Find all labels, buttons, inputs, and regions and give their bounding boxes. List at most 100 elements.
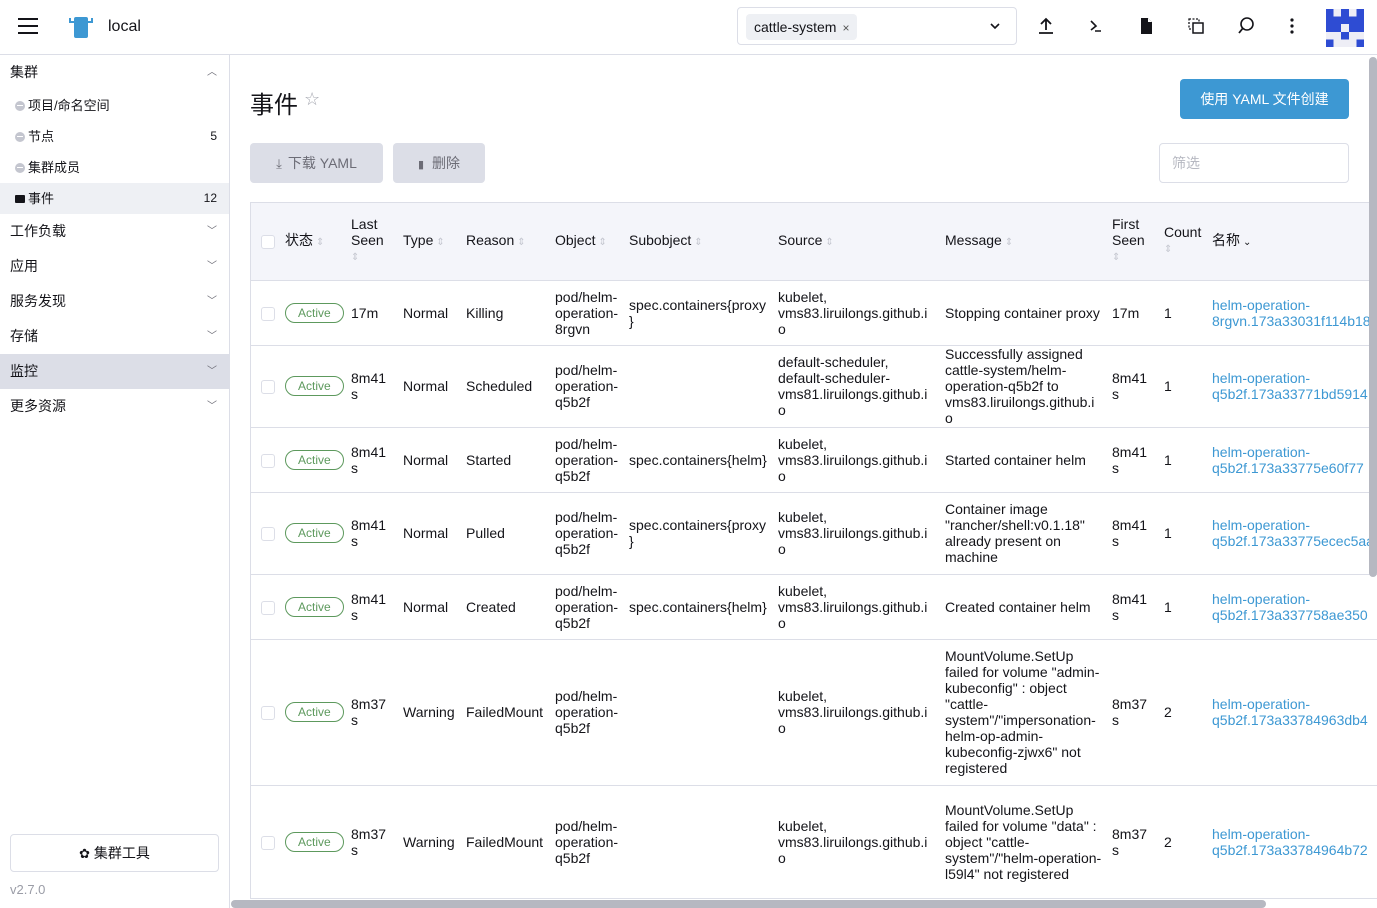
download-yaml-label: 下载 YAML [287, 155, 357, 171]
cell-subobject: spec.containers{proxy} [624, 491, 773, 574]
remove-chip-icon[interactable]: × [842, 21, 849, 35]
nav-group-label: 集群 [10, 64, 38, 80]
event-name-link[interactable]: helm-operation-q5b2f.173a33771bd5914 [1212, 370, 1368, 402]
filter-input[interactable] [1159, 143, 1349, 183]
version-label: v2.7.0 [10, 882, 46, 897]
table-row[interactable]: Active 8m37s Warning FailedMount pod/hel… [251, 784, 1377, 898]
nav-item-projects-namespaces[interactable]: 项目/命名空间 [0, 90, 229, 121]
col-label: 名称 [1212, 231, 1240, 248]
create-from-yaml-button[interactable]: 使用 YAML 文件创建 [1180, 79, 1349, 119]
table-row[interactable]: Active 8m41s Normal Started pod/helm-ope… [251, 426, 1377, 492]
row-checkbox[interactable] [261, 380, 275, 395]
table-row[interactable]: Active 8m37s Warning FailedMount pod/hel… [251, 638, 1377, 785]
sort-icon: ⇕ [316, 236, 325, 248]
row-checkbox[interactable] [261, 527, 275, 542]
sort-icon: ⇕ [1164, 244, 1173, 256]
cell-count: 1 [1159, 279, 1207, 345]
cell-source: kubelet, vms83.liruilongs.github.io [773, 426, 940, 492]
menu-hamburger-icon[interactable] [18, 18, 38, 34]
cell-subobject [624, 344, 773, 427]
nav-group-service-discovery[interactable]: 服务发现 ﹀ [0, 284, 229, 319]
file-icon[interactable] [1135, 15, 1157, 37]
copy-config-icon[interactable] [1185, 15, 1207, 37]
nav-group-storage[interactable]: 存储 ﹀ [0, 319, 229, 354]
horizontal-scrollbar[interactable] [231, 900, 1266, 908]
nav-item-nodes[interactable]: 节点 5 [0, 121, 229, 152]
cell-last-seen: 8m41s [346, 491, 398, 574]
col-message[interactable]: Message ⇕ [940, 203, 1107, 280]
event-name-link[interactable]: helm-operation-q5b2f.173a337758ae350 [1212, 591, 1368, 623]
row-checkbox[interactable] [261, 600, 275, 615]
nav-item-count: 12 [203, 191, 217, 205]
nav-item-cluster-members[interactable]: 集群成员 [0, 152, 229, 183]
col-first-seen[interactable]: First Seen ⇕ [1107, 203, 1159, 280]
col-count[interactable]: Count ⇕ [1159, 203, 1207, 280]
nav-group-cluster[interactable]: 集群 ︿ [0, 55, 229, 90]
nav-group-label: 服务发现 [10, 293, 66, 309]
search-icon[interactable] [1235, 15, 1257, 37]
col-object[interactable]: Object ⇕ [550, 203, 624, 280]
vertical-scrollbar[interactable] [1369, 57, 1377, 577]
cell-type: Normal [398, 491, 461, 574]
page-title: 事件 [250, 92, 298, 119]
col-name[interactable]: 名称 ⌄ [1207, 203, 1377, 280]
cell-name: helm-operation-q5b2f.173a33784964b72 [1207, 784, 1377, 898]
star-icon[interactable]: ☆ [304, 89, 320, 110]
col-type[interactable]: Type ⇕ [398, 203, 461, 280]
table-row[interactable]: Active 8m41s Normal Created pod/helm-ope… [251, 573, 1377, 639]
cluster-tools-button[interactable]: ✿ 集群工具 [10, 834, 219, 872]
col-reason[interactable]: Reason ⇕ [461, 203, 550, 280]
nav-item-label: 集群成员 [28, 160, 81, 175]
event-name-link[interactable]: helm-operation-q5b2f.173a33775ecec5aa [1212, 517, 1374, 549]
select-all-checkbox[interactable] [261, 235, 275, 250]
row-checkbox[interactable] [261, 835, 275, 850]
sort-down-icon: ⌄ [1243, 236, 1252, 248]
table-row[interactable]: Active 8m41s Normal Pulled pod/helm-oper… [251, 491, 1377, 574]
nav-item-events[interactable]: 事件 12 [0, 183, 229, 214]
nav-group-monitoring[interactable]: 监控 ﹀ [0, 354, 229, 389]
delete-button[interactable]: ▮ 删除 [393, 143, 485, 183]
cell-type: Normal [398, 344, 461, 427]
nav-group-apps[interactable]: 应用 ﹀ [0, 249, 229, 284]
table-header-row: 状态 ⇕ Last Seen ⇕ Type ⇕ Reason ⇕ Object ⇕ Sub… [251, 203, 1377, 280]
col-last-seen[interactable]: Last Seen ⇕ [346, 203, 398, 280]
col-label: Reason [466, 231, 515, 248]
chevron-down-icon[interactable] [988, 19, 1002, 33]
nav-group-label: 工作负载 [10, 223, 66, 239]
user-avatar[interactable] [1326, 9, 1364, 47]
col-label: Subobject [629, 231, 692, 248]
row-checkbox[interactable] [261, 306, 275, 321]
nav-group-more-resources[interactable]: 更多资源 ﹀ [0, 389, 229, 424]
col-subobject[interactable]: Subobject ⇕ [624, 203, 773, 280]
cell-source: kubelet, vms83.liruilongs.github.io [773, 784, 940, 898]
cell-reason: FailedMount [461, 638, 550, 785]
col-label: Last Seen [351, 216, 384, 249]
cell-type: Warning [398, 638, 461, 785]
col-source[interactable]: Source ⇕ [773, 203, 940, 280]
table-row[interactable]: Active 17m Normal Killing pod/helm-opera… [251, 279, 1377, 345]
globe-icon [15, 132, 25, 142]
namespace-filter-select[interactable]: cattle-system × [737, 7, 1017, 45]
sort-icon: ⇕ [517, 236, 526, 248]
cell-subobject [624, 784, 773, 898]
chevron-down-icon: ﹀ [207, 331, 217, 342]
col-label: Type [403, 231, 434, 248]
nav-item-label: 事件 [28, 191, 55, 206]
shell-icon[interactable] [1085, 15, 1107, 37]
row-checkbox[interactable] [261, 706, 275, 721]
event-name-link[interactable]: helm-operation- 8rgvn.173a33031f114b18 [1212, 297, 1371, 329]
nav-group-workloads[interactable]: 工作负载 ﹀ [0, 214, 229, 249]
event-name-link[interactable]: helm-operation-q5b2f.173a33784963db4 [1212, 696, 1368, 728]
upload-icon[interactable] [1035, 15, 1057, 37]
cell-message: Container image "rancher/shell:v0.1.18" … [940, 491, 1107, 574]
namespace-chip-label: cattle-system [754, 19, 837, 35]
cell-reason: Pulled [461, 491, 550, 574]
nav-group-label: 应用 [10, 258, 38, 274]
row-checkbox[interactable] [261, 453, 275, 468]
table-row[interactable]: Active 8m41s Normal Scheduled pod/helm-o… [251, 344, 1377, 427]
event-name-link[interactable]: helm-operation-q5b2f.173a33775e60f77 [1212, 444, 1364, 476]
more-icon[interactable] [1281, 15, 1303, 37]
download-yaml-button[interactable]: ⤓ 下载 YAML [250, 143, 383, 183]
event-name-link[interactable]: helm-operation-q5b2f.173a33784964b72 [1212, 826, 1368, 858]
col-state[interactable]: 状态 ⇕ [280, 203, 346, 280]
